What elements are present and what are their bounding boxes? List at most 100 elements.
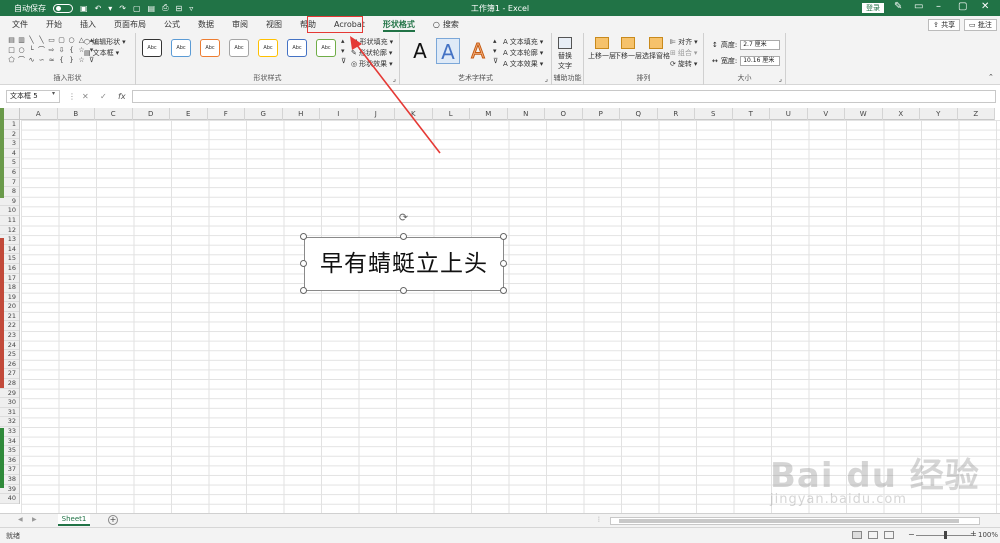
column-header[interactable]: M	[470, 108, 508, 120]
tab-review[interactable]: 审阅	[223, 16, 257, 33]
rotate-handle-icon[interactable]: ⟳	[398, 212, 409, 223]
resize-handle-right[interactable]	[500, 260, 507, 267]
text-box-button[interactable]: ▤ 文本框 ▾	[84, 48, 119, 58]
freeform-shape-icon[interactable]: ∿	[28, 57, 35, 64]
normal-view-icon[interactable]	[852, 531, 862, 539]
text-box-content[interactable]: 早有蜻蜓立上头	[305, 244, 503, 278]
column-header[interactable]: Z	[958, 108, 995, 120]
line-shape-2-icon[interactable]: ╲	[38, 37, 45, 44]
zoom-in-icon[interactable]: +	[970, 529, 977, 538]
wordart-style-plain[interactable]: A	[408, 38, 432, 64]
shape-style-1[interactable]: Abc	[142, 39, 162, 57]
arc-shape-icon[interactable]: ⌒	[18, 57, 25, 64]
zoom-slider-thumb[interactable]	[944, 531, 947, 539]
arrow-right-shape-icon[interactable]: ⇨	[48, 47, 55, 54]
shape-gallery[interactable]: ▤ ▥ ╲ ╲ ▭ ▢ ○ △ ▴ □ ○ └ ⌒ ⇨ ⇩ { ☆ ▾ ⬠ ⌒ …	[8, 37, 95, 64]
autosave-toggle[interactable]	[53, 3, 73, 13]
horizontal-scroll-thumb[interactable]	[619, 519, 959, 523]
column-header[interactable]: Q	[620, 108, 658, 120]
text-fill-button[interactable]: A 文本填充 ▾	[503, 37, 543, 47]
alt-text-button[interactable]: 替换 文字	[558, 37, 572, 71]
column-header[interactable]: X	[883, 108, 920, 120]
column-header[interactable]: W	[845, 108, 883, 120]
shape-styles-launcher-icon[interactable]: ⌟	[393, 75, 396, 83]
column-header[interactable]: O	[545, 108, 583, 120]
brace-shape-icon[interactable]: {	[68, 47, 75, 54]
add-sheet-button[interactable]: +	[108, 515, 118, 525]
column-header[interactable]: D	[133, 108, 170, 120]
zoom-level[interactable]: 100%	[978, 531, 998, 539]
rotate-button[interactable]: ⟳ 旋转 ▾	[670, 59, 697, 69]
new-file-icon[interactable]: ▢	[133, 4, 141, 13]
column-header[interactable]: S	[695, 108, 733, 120]
insert-function-icon[interactable]: fx	[118, 92, 126, 101]
zoom-out-icon[interactable]: −	[908, 530, 915, 539]
shape-style-6[interactable]: Abc	[287, 39, 307, 57]
sheet-prev-icon[interactable]: ◀	[18, 516, 23, 523]
rectangle-shape-icon[interactable]: ▭	[48, 37, 55, 44]
collapse-ribbon-icon[interactable]: ⌃	[988, 73, 994, 81]
column-header[interactable]: Y	[920, 108, 958, 120]
wordart-more-icon[interactable]: ⊽	[493, 57, 498, 65]
column-header[interactable]: P	[583, 108, 620, 120]
elbow-connector-icon[interactable]: └	[28, 47, 35, 54]
more-shapes-icon[interactable]: ⊽	[88, 57, 95, 64]
column-header[interactable]: C	[95, 108, 133, 120]
shape-effect-button[interactable]: ◎ 形状效果 ▾	[351, 59, 393, 69]
name-box-dropdown-icon[interactable]: ▾	[52, 90, 55, 97]
tab-formulas[interactable]: 公式	[155, 16, 189, 33]
right-brace-shape-icon[interactable]: }	[68, 57, 75, 64]
redo-icon[interactable]: ↷	[119, 4, 126, 13]
tab-view[interactable]: 视图	[257, 16, 291, 33]
maximize-icon[interactable]: ▢	[958, 1, 967, 12]
column-header[interactable]: T	[733, 108, 770, 120]
bring-forward-button[interactable]: 上移一层	[588, 37, 616, 61]
column-header[interactable]: F	[208, 108, 245, 120]
sheet-tab-sheet1[interactable]: Sheet1	[58, 514, 90, 526]
tab-home[interactable]: 开始	[37, 16, 71, 33]
left-brace-shape-icon[interactable]: {	[58, 57, 65, 64]
tab-insert[interactable]: 插入	[71, 16, 105, 33]
pentagon-shape-icon[interactable]: ⬠	[8, 57, 15, 64]
resize-handle-bottom-left[interactable]	[300, 287, 307, 294]
align-button[interactable]: ⊫ 对齐 ▾	[670, 37, 698, 47]
shape-style-7[interactable]: Abc	[316, 39, 336, 57]
selected-text-box[interactable]: 早有蜻蜓立上头	[304, 237, 504, 291]
textbox-shape-icon[interactable]: ▤	[8, 37, 15, 44]
square-shape-icon[interactable]: □	[8, 47, 15, 54]
column-header[interactable]: G	[245, 108, 283, 120]
group-button[interactable]: ⊞ 组合 ▾	[670, 48, 697, 58]
wordart-scroll-down-icon[interactable]: ▾	[493, 47, 497, 55]
curve-shape-icon[interactable]: ∽	[38, 57, 45, 64]
undo-dropdown-icon[interactable]: ▾	[108, 4, 112, 13]
formula-input[interactable]	[132, 90, 996, 103]
column-header[interactable]: K	[395, 108, 433, 120]
resize-handle-top[interactable]	[400, 233, 407, 240]
column-header[interactable]: R	[658, 108, 695, 120]
tab-file[interactable]: 文件	[3, 16, 37, 33]
column-header[interactable]: L	[433, 108, 470, 120]
horizontal-scrollbar[interactable]	[610, 517, 980, 525]
column-header[interactable]: N	[508, 108, 545, 120]
gallery-scroll-down-icon[interactable]: ▾	[341, 47, 345, 55]
arrow-down-shape-icon[interactable]: ⇩	[58, 47, 65, 54]
selection-pane-button[interactable]: 选择窗格	[642, 37, 670, 61]
save-icon[interactable]: ▣	[80, 4, 88, 13]
cancel-icon[interactable]: ✕	[82, 92, 89, 101]
gallery-scroll-up-icon[interactable]: ▴	[341, 37, 345, 45]
circle-shape-icon[interactable]: ○	[18, 47, 25, 54]
wordart-scroll-up-icon[interactable]: ▴	[493, 37, 497, 45]
shape-style-4[interactable]: Abc	[229, 39, 249, 57]
width-input[interactable]: 10.16 厘米	[740, 56, 781, 66]
wordart-style-blue[interactable]: A	[436, 38, 460, 64]
size-launcher-icon[interactable]: ⌟	[779, 75, 782, 83]
tab-shape-format[interactable]: 形状格式	[374, 16, 424, 33]
wordart-style-orange[interactable]: A	[466, 38, 490, 64]
print-icon[interactable]: ⊟	[176, 4, 183, 13]
comment-button[interactable]: ▭ 批注	[964, 19, 997, 31]
search-tab[interactable]: ○ 搜索	[424, 16, 468, 33]
wordart-launcher-icon[interactable]: ⌟	[545, 75, 548, 83]
column-header[interactable]: A	[20, 108, 58, 120]
resize-handle-top-right[interactable]	[500, 233, 507, 240]
resize-handle-bottom-right[interactable]	[500, 287, 507, 294]
